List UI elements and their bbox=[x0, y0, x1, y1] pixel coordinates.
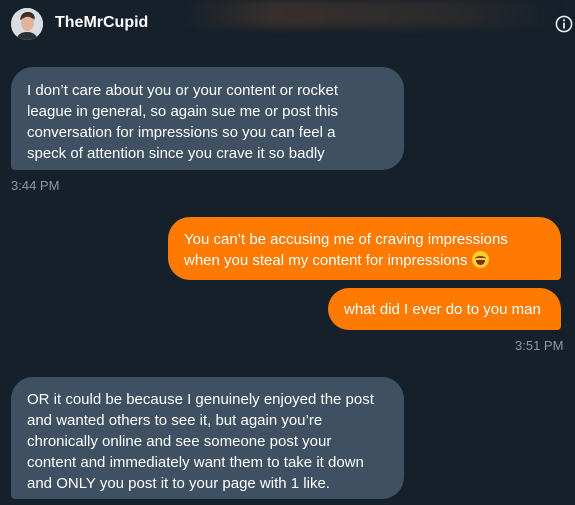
conversation-header: TheMrCupid bbox=[0, 0, 575, 50]
contact-name[interactable]: TheMrCupid bbox=[55, 14, 148, 32]
message-timestamp: 3:44 PM bbox=[11, 178, 60, 193]
message-bubble-sent[interactable]: You can’t be accusing me of craving impr… bbox=[168, 217, 561, 280]
message-line: chronically online and see someone post … bbox=[27, 433, 332, 450]
message-line: You can’t be accusing me of craving impr… bbox=[184, 231, 508, 248]
tears-of-joy-emoji-icon bbox=[471, 251, 489, 268]
message-line: I don’t care about you or your content o… bbox=[27, 82, 339, 99]
message-line: OR it could be because I genuinely enjoy… bbox=[27, 391, 374, 408]
avatar[interactable] bbox=[11, 8, 43, 40]
message-line: when you steal my content for impression… bbox=[184, 252, 468, 269]
message-bubble-received[interactable]: OR it could be because I genuinely enjoy… bbox=[11, 377, 404, 499]
message-timestamp: 3:51 PM bbox=[515, 338, 564, 353]
message-line: what did I ever do to you man bbox=[344, 301, 541, 318]
user-avatar-icon bbox=[11, 8, 43, 40]
message-line: conversation for impressions so you can … bbox=[27, 124, 336, 141]
message-line-with-emoji: when you steal my content for impression… bbox=[184, 250, 561, 271]
info-icon[interactable] bbox=[555, 15, 573, 33]
message-line: league in general, so again sue me or po… bbox=[27, 103, 339, 120]
message-line: content and immediately want them to tak… bbox=[27, 454, 364, 471]
message-line: speck of attention since you crave it so… bbox=[27, 145, 325, 162]
message-bubble-received[interactable]: I don’t care about you or your content o… bbox=[11, 67, 404, 170]
blurred-region bbox=[180, 0, 560, 28]
message-line: and wanted others to see it, but again y… bbox=[27, 412, 323, 429]
message-bubble-sent[interactable]: what did I ever do to you man bbox=[328, 288, 561, 330]
message-line: and ONLY you post it to your page with 1… bbox=[27, 475, 330, 492]
